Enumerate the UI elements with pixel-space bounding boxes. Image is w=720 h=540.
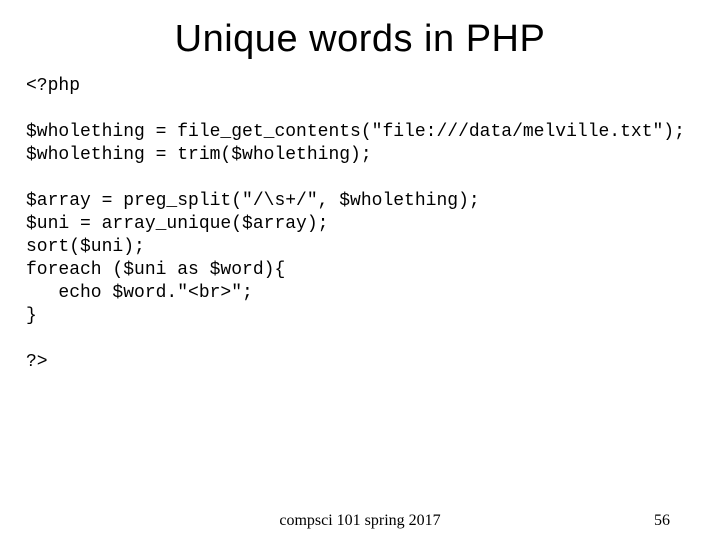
code-line: sort($uni); [26,237,145,257]
code-line: $uni = array_unique($array); [26,214,328,234]
slide-title: Unique words in PHP [26,18,694,61]
code-line: ?> [26,352,48,372]
slide: Unique words in PHP <?php $wholething = … [0,0,720,540]
code-line: echo $word."<br>"; [26,283,253,303]
code-line: $wholething = trim($wholething); [26,145,372,165]
code-line: foreach ($uni as $word){ [26,260,285,280]
code-block: <?php $wholething = file_get_contents("f… [26,75,694,374]
footer-course: compsci 101 spring 2017 [279,512,440,530]
footer-page: 56 [654,512,670,530]
code-line: $array = preg_split("/\s+/", $wholething… [26,191,480,211]
code-line: } [26,306,37,326]
code-line: <?php [26,76,80,96]
code-line: $wholething = file_get_contents("file://… [26,122,685,142]
